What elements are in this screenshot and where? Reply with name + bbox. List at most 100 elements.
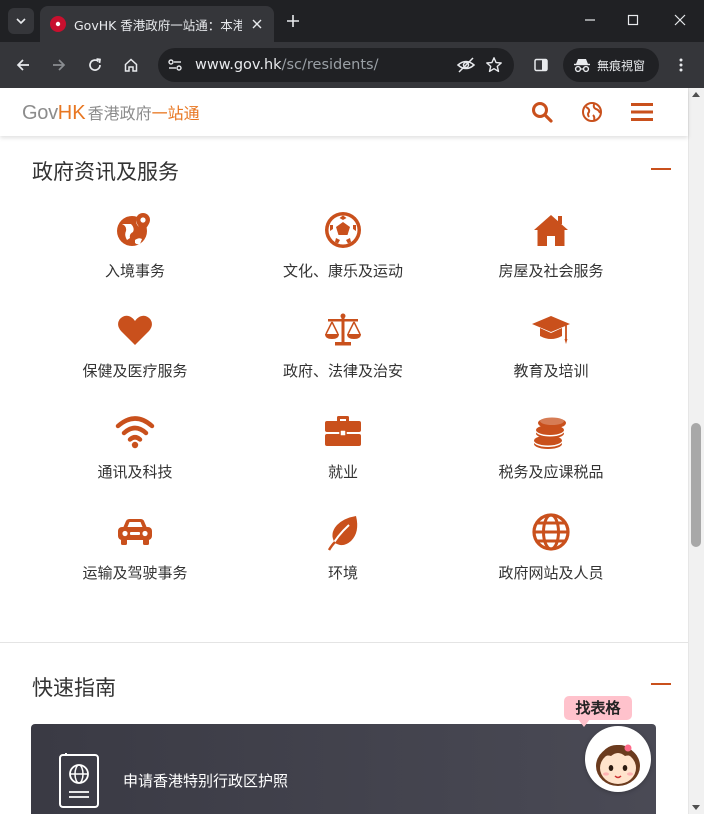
service-education[interactable]: 教育及培训 bbox=[461, 310, 641, 400]
hamburger-menu-button[interactable] bbox=[629, 99, 655, 125]
tab-search-button[interactable] bbox=[8, 8, 34, 34]
more-vertical-icon bbox=[679, 58, 683, 72]
bookmark-star-icon[interactable] bbox=[480, 51, 508, 79]
home-button[interactable] bbox=[116, 50, 146, 80]
language-button[interactable] bbox=[579, 99, 605, 125]
search-button[interactable] bbox=[529, 99, 555, 125]
service-label: 运输及驾驶事务 bbox=[82, 564, 188, 582]
services-collapse-icon[interactable] bbox=[651, 168, 671, 170]
service-label: 房屋及社会服务 bbox=[498, 262, 604, 280]
service-environment[interactable]: 环境 bbox=[253, 512, 433, 602]
logo-hk: HK bbox=[57, 102, 86, 124]
minimize-button[interactable] bbox=[577, 8, 603, 32]
service-culture-sports[interactable]: 文化、康乐及运动 bbox=[253, 210, 433, 300]
logo-chinese-b: 一站通 bbox=[151, 106, 200, 123]
guide-card-passport[interactable]: 申请香港特别行政区护照 bbox=[31, 724, 656, 814]
reload-button[interactable] bbox=[80, 50, 110, 80]
browser-tab-bar: GovHK 香港政府一站通：本港居民 bbox=[0, 0, 704, 42]
service-immigration[interactable]: 入境事务 bbox=[45, 210, 225, 300]
arrow-right-icon bbox=[53, 59, 66, 71]
minimize-icon bbox=[585, 19, 595, 21]
globe-pin-icon bbox=[117, 213, 150, 246]
back-button[interactable] bbox=[8, 50, 38, 80]
service-label: 入境事务 bbox=[104, 262, 165, 280]
services-section-title[interactable]: 政府资讯及服务 bbox=[32, 156, 179, 186]
globe-icon bbox=[532, 513, 570, 551]
scroll-down-icon[interactable] bbox=[692, 805, 700, 810]
address-url: www.gov.hk/sc/residents/ bbox=[195, 57, 452, 73]
browser-tab-active[interactable]: GovHK 香港政府一站通：本港居民 bbox=[40, 6, 274, 42]
incognito-indicator[interactable]: 無痕視窗 bbox=[563, 48, 659, 82]
service-housing-social[interactable]: 房屋及社会服务 bbox=[461, 210, 641, 300]
guide-section-title[interactable]: 快速指南 bbox=[32, 672, 116, 702]
service-label: 文化、康乐及运动 bbox=[282, 262, 403, 280]
forward-button[interactable] bbox=[44, 50, 74, 80]
search-icon bbox=[532, 102, 553, 123]
browser-menu-button[interactable] bbox=[666, 50, 696, 80]
tab-close-icon[interactable] bbox=[248, 15, 266, 33]
briefcase-icon bbox=[325, 416, 361, 446]
service-communications-tech[interactable]: 通讯及科技 bbox=[45, 411, 225, 501]
globe-icon bbox=[582, 102, 602, 122]
scroll-up-icon[interactable] bbox=[692, 92, 700, 97]
scales-icon bbox=[325, 313, 361, 346]
service-government-law[interactable]: 政府、法律及治安 bbox=[253, 310, 433, 400]
service-label: 教育及培训 bbox=[513, 362, 589, 380]
side-panel-button[interactable] bbox=[526, 50, 556, 80]
govhk-logo[interactable]: Gov HK 香港政府 一站通 bbox=[22, 100, 200, 125]
incognito-icon bbox=[574, 59, 590, 73]
leaf-icon bbox=[327, 516, 358, 551]
service-employment[interactable]: 就业 bbox=[253, 411, 433, 501]
car-icon bbox=[118, 519, 152, 545]
coins-icon bbox=[534, 417, 566, 449]
guide-item-label: 申请香港特别行政区护照 bbox=[123, 772, 289, 790]
heart-icon bbox=[118, 315, 152, 345]
maximize-button[interactable] bbox=[620, 8, 646, 32]
chevron-down-icon bbox=[16, 18, 26, 25]
url-path: /sc/residents/ bbox=[281, 57, 379, 73]
home-icon bbox=[124, 58, 138, 72]
plus-icon bbox=[287, 15, 299, 27]
logo-gov: Gov bbox=[22, 102, 58, 124]
scroll-thumb[interactable] bbox=[691, 423, 701, 547]
close-window-button[interactable] bbox=[667, 8, 693, 32]
find-forms-tag[interactable]: 找表格 bbox=[564, 696, 632, 727]
wifi-icon bbox=[115, 416, 155, 449]
service-label: 保健及医疗服务 bbox=[82, 362, 188, 380]
mascot-avatar[interactable] bbox=[585, 726, 651, 792]
url-host: www.gov.hk bbox=[195, 57, 282, 73]
browser-toolbar: www.gov.hk/sc/residents/ 無痕視窗 bbox=[0, 42, 704, 88]
graduation-cap-icon bbox=[532, 316, 570, 344]
address-bar[interactable]: www.gov.hk/sc/residents/ bbox=[158, 48, 514, 82]
eye-slash-icon[interactable] bbox=[452, 51, 480, 79]
page-scrollbar[interactable] bbox=[688, 88, 704, 814]
site-info-icon[interactable] bbox=[161, 51, 189, 79]
tab-title: GovHK 香港政府一站通：本港居民 bbox=[74, 17, 242, 33]
page-viewport: Gov HK 香港政府 一站通 政府资讯及服务 入境事务 文化、康乐及运动 房屋… bbox=[0, 88, 704, 814]
maximize-icon bbox=[627, 14, 639, 26]
logo-chinese-a: 香港政府 bbox=[87, 106, 152, 123]
reload-icon bbox=[89, 58, 101, 71]
guide-collapse-icon[interactable] bbox=[651, 683, 671, 685]
section-divider bbox=[0, 642, 688, 643]
hamburger-icon bbox=[631, 103, 653, 121]
side-panel-icon bbox=[534, 58, 548, 72]
service-label: 政府、法律及治安 bbox=[282, 362, 403, 380]
mascot-girl-icon bbox=[596, 744, 640, 786]
service-label: 就业 bbox=[327, 463, 358, 481]
site-header: Gov HK 香港政府 一站通 bbox=[0, 88, 688, 136]
service-label: 环境 bbox=[327, 564, 358, 582]
new-tab-button[interactable] bbox=[282, 10, 304, 32]
soccer-ball-icon bbox=[325, 212, 361, 248]
service-government-websites[interactable]: 政府网站及人员 bbox=[461, 512, 641, 602]
close-icon bbox=[674, 14, 686, 26]
service-transport-driving[interactable]: 运输及驾驶事务 bbox=[45, 512, 225, 602]
service-label: 政府网站及人员 bbox=[498, 564, 604, 582]
hk-emblem-icon bbox=[50, 16, 66, 32]
incognito-label: 無痕視窗 bbox=[597, 58, 646, 73]
service-health-medical[interactable]: 保健及医疗服务 bbox=[45, 310, 225, 400]
service-label: 税务及应课税品 bbox=[498, 463, 604, 481]
arrow-left-icon bbox=[16, 59, 29, 71]
service-tax[interactable]: 税务及应课税品 bbox=[461, 411, 641, 501]
house-icon bbox=[534, 215, 568, 246]
